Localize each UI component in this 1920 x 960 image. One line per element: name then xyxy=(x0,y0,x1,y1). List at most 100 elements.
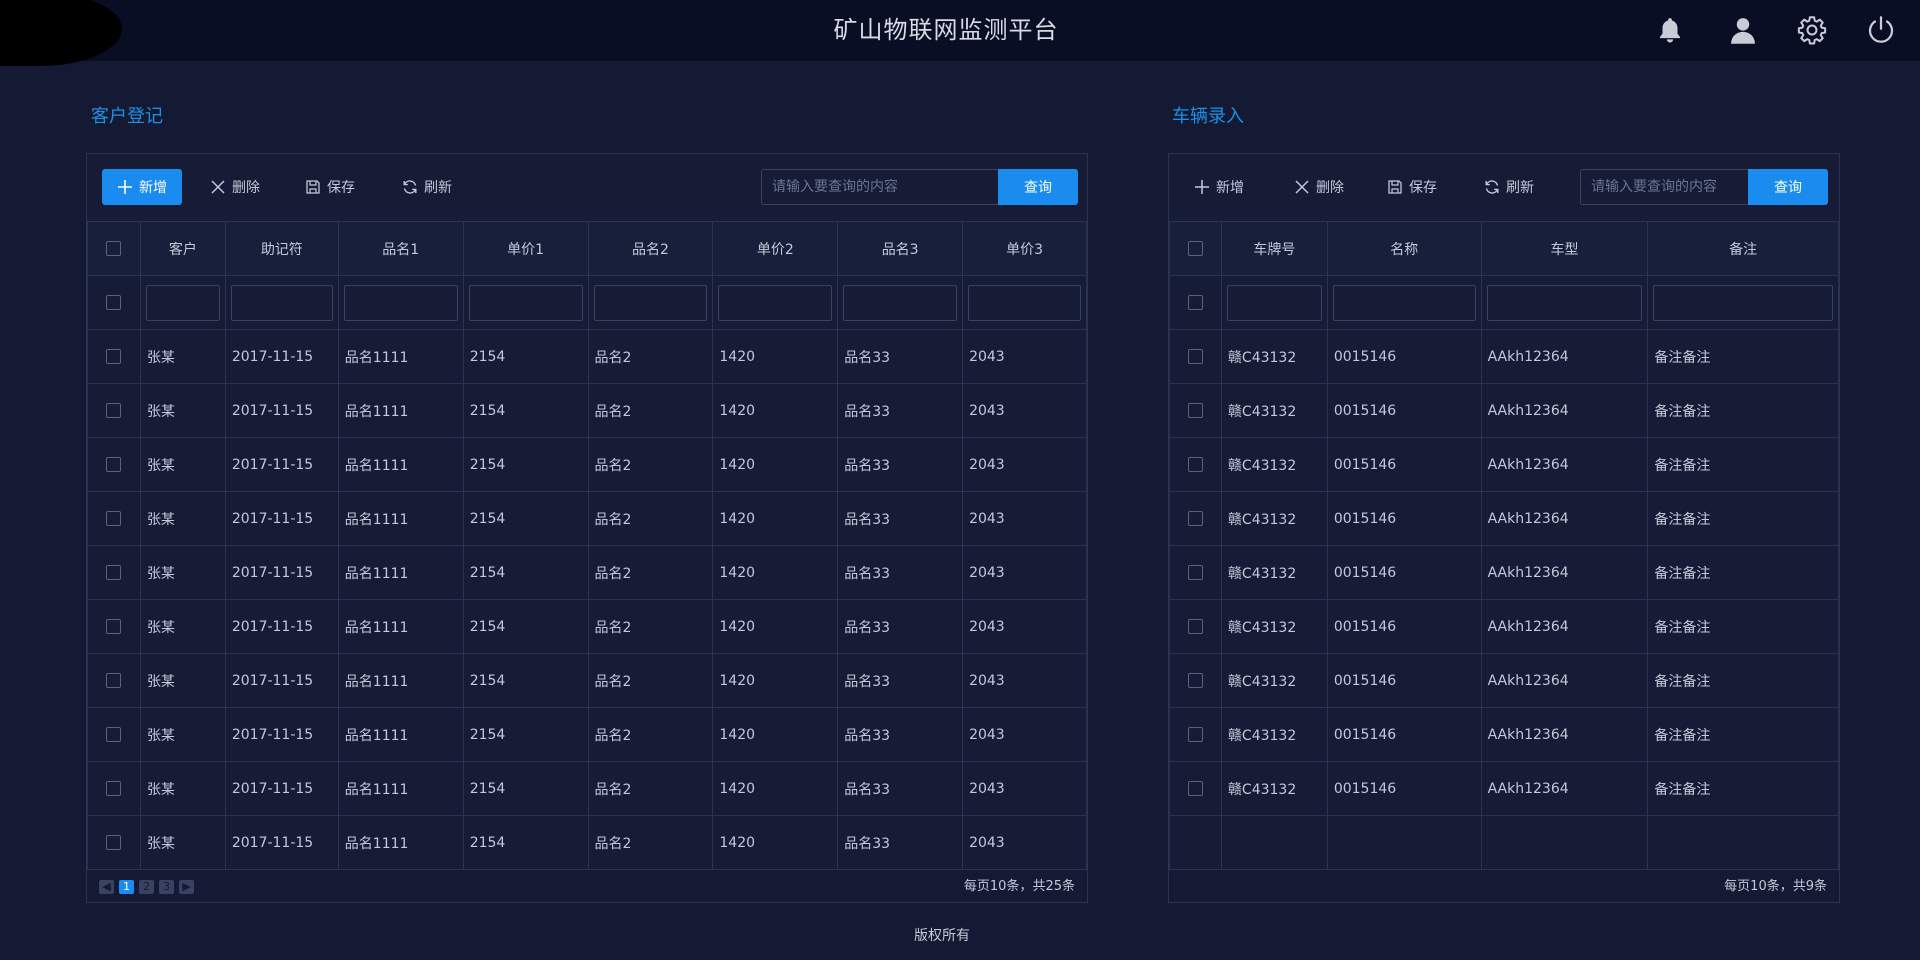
bell-icon[interactable] xyxy=(1653,13,1687,47)
filter-checkbox[interactable] xyxy=(106,295,122,310)
page-number-button[interactable]: 2 xyxy=(139,880,154,894)
table-row[interactable]: 赣C43132 0015146 AAkh12364 备注备注 xyxy=(1169,761,1839,816)
row-checkbox[interactable] xyxy=(106,565,122,580)
table-row[interactable]: 张某 2017-11-15 品名1111 2154 品名2 1420 品名33 2043 xyxy=(87,491,1087,546)
filter-input[interactable] xyxy=(230,284,333,321)
table-cell: 0015146 xyxy=(1326,491,1482,546)
filter-input[interactable] xyxy=(843,284,958,321)
table-row[interactable]: 赣C43132 0015146 AAkh12364 备注备注 xyxy=(1169,491,1839,546)
column-header[interactable]: 车型 xyxy=(1480,221,1649,276)
table-row[interactable]: 赣C43132 0015146 AAkh12364 备注备注 xyxy=(1169,653,1839,708)
table-row[interactable]: 赣C43132 0015146 AAkh12364 备注备注 xyxy=(1169,437,1839,492)
table-row[interactable]: 赣C43132 0015146 AAkh12364 备注备注 xyxy=(1169,329,1839,384)
filter-input[interactable] xyxy=(1653,284,1833,321)
table-row[interactable]: 赣C43132 0015146 AAkh12364 备注备注 xyxy=(1169,707,1839,762)
search-input[interactable] xyxy=(1580,169,1750,205)
table-row[interactable]: 张某 2017-11-15 品名1111 2154 品名2 1420 品名33 2043 xyxy=(87,437,1087,492)
user-icon[interactable] xyxy=(1726,13,1760,47)
table-cell: 0015146 xyxy=(1326,707,1482,762)
column-header[interactable]: 品名3 xyxy=(837,221,964,276)
add-button[interactable]: 新增 xyxy=(1189,169,1249,205)
column-header[interactable]: 品名1 xyxy=(337,221,464,276)
table-row[interactable]: 张某 2017-11-15 品名1111 2154 品名2 1420 品名33 2043 xyxy=(87,599,1087,654)
search-button[interactable]: 查询 xyxy=(998,169,1078,205)
table-cell: 张某 xyxy=(139,707,226,762)
table-cell: AAkh12364 xyxy=(1480,329,1649,384)
close-icon xyxy=(211,180,225,194)
table-row[interactable]: 赣C43132 0015146 AAkh12364 备注备注 xyxy=(1169,383,1839,438)
row-checkbox[interactable] xyxy=(1187,781,1203,796)
table-row[interactable]: 赣C43132 0015146 AAkh12364 备注备注 xyxy=(1169,599,1839,654)
search-button[interactable]: 查询 xyxy=(1748,169,1828,205)
column-header[interactable]: 单价1 xyxy=(462,221,589,276)
column-header[interactable]: 车牌号 xyxy=(1220,221,1328,276)
row-checkbox[interactable] xyxy=(1187,619,1203,634)
page-number-button[interactable]: 1 xyxy=(119,880,134,894)
filter-checkbox[interactable] xyxy=(1187,295,1203,310)
row-checkbox[interactable] xyxy=(1187,403,1203,418)
row-checkbox[interactable] xyxy=(106,349,122,364)
prev-page-button[interactable]: ◀ xyxy=(99,880,114,894)
row-checkbox[interactable] xyxy=(106,403,122,418)
row-checkbox[interactable] xyxy=(106,619,122,634)
row-checkbox[interactable] xyxy=(1187,727,1203,742)
row-checkbox[interactable] xyxy=(1187,673,1203,688)
row-checkbox[interactable] xyxy=(1187,457,1203,472)
table-cell: 1420 xyxy=(712,707,839,762)
refresh-button[interactable]: 刷新 xyxy=(397,169,457,205)
filter-input[interactable] xyxy=(145,284,220,321)
filter-input[interactable] xyxy=(343,284,458,321)
table-cell: 品名2 xyxy=(587,761,714,816)
filter-input[interactable] xyxy=(468,284,583,321)
table-row[interactable]: 张某 2017-11-15 品名1111 2154 品名2 1420 品名33 2043 xyxy=(87,653,1087,708)
filter-input[interactable] xyxy=(593,284,708,321)
column-header[interactable]: 品名2 xyxy=(587,221,714,276)
filter-input[interactable] xyxy=(1332,284,1476,321)
table-cell: 2017-11-15 xyxy=(224,707,339,762)
column-header[interactable]: 备注 xyxy=(1647,221,1839,276)
save-button[interactable]: 保存 xyxy=(1383,169,1441,205)
next-page-button[interactable]: ▶ xyxy=(179,880,194,894)
table-cell: 2043 xyxy=(962,815,1087,870)
row-checkbox[interactable] xyxy=(106,457,122,472)
column-header[interactable]: 助记符 xyxy=(224,221,339,276)
row-checkbox[interactable] xyxy=(106,673,122,688)
select-all-checkbox[interactable] xyxy=(106,241,122,256)
gear-icon[interactable] xyxy=(1795,13,1829,47)
column-header[interactable]: 单价3 xyxy=(962,221,1087,276)
select-all-checkbox[interactable] xyxy=(1187,241,1203,256)
column-header[interactable]: 名称 xyxy=(1326,221,1482,276)
filter-input[interactable] xyxy=(1486,284,1643,321)
filter-input[interactable] xyxy=(718,284,833,321)
table-row[interactable]: 赣C43132 0015146 AAkh12364 备注备注 xyxy=(1169,545,1839,600)
row-checkbox[interactable] xyxy=(1187,565,1203,580)
row-checkbox[interactable] xyxy=(106,511,122,526)
refresh-button[interactable]: 刷新 xyxy=(1479,169,1539,205)
table-row[interactable]: 张某 2017-11-15 品名1111 2154 品名2 1420 品名33 2043 xyxy=(87,383,1087,438)
table-row[interactable]: 张某 2017-11-15 品名1111 2154 品名2 1420 品名33 2043 xyxy=(87,815,1087,870)
table-row[interactable]: 张某 2017-11-15 品名1111 2154 品名2 1420 品名33 2043 xyxy=(87,707,1087,762)
column-header[interactable]: 客户 xyxy=(139,221,226,276)
search-input[interactable] xyxy=(761,169,1001,205)
table-cell: 品名2 xyxy=(587,815,714,870)
row-checkbox-cell xyxy=(87,815,141,870)
filter-input[interactable] xyxy=(968,284,1081,321)
table-cell: 张某 xyxy=(139,329,226,384)
row-checkbox-cell xyxy=(87,329,141,384)
row-checkbox[interactable] xyxy=(106,835,122,850)
row-checkbox[interactable] xyxy=(1187,511,1203,526)
delete-button[interactable]: 删除 xyxy=(1289,169,1349,205)
row-checkbox[interactable] xyxy=(1187,349,1203,364)
delete-button[interactable]: 删除 xyxy=(205,169,265,205)
add-button[interactable]: 新增 xyxy=(102,169,182,205)
power-icon[interactable] xyxy=(1864,13,1898,47)
row-checkbox[interactable] xyxy=(106,781,122,796)
table-row[interactable]: 张某 2017-11-15 品名1111 2154 品名2 1420 品名33 2043 xyxy=(87,761,1087,816)
page-number-button[interactable]: 3 xyxy=(159,880,174,894)
row-checkbox[interactable] xyxy=(106,727,122,742)
save-button[interactable]: 保存 xyxy=(301,169,359,205)
column-header[interactable]: 单价2 xyxy=(712,221,839,276)
table-row[interactable]: 张某 2017-11-15 品名1111 2154 品名2 1420 品名33 2043 xyxy=(87,545,1087,600)
filter-input[interactable] xyxy=(1226,284,1322,321)
table-row[interactable]: 张某 2017-11-15 品名1111 2154 品名2 1420 品名33 2043 xyxy=(87,329,1087,384)
